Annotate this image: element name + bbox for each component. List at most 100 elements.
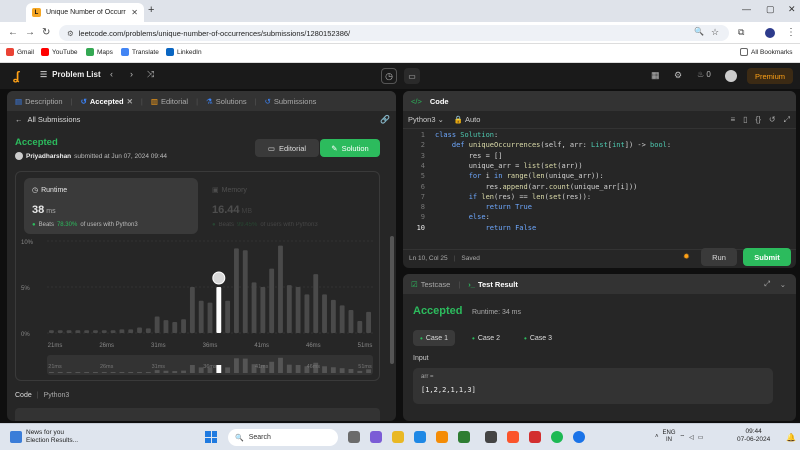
- collapse-icon[interactable]: ⌄: [780, 280, 786, 289]
- layout-icon[interactable]: ▦: [651, 70, 660, 81]
- browser-tab[interactable]: L Unique Number of Occurrence ✕: [26, 3, 144, 22]
- code-line[interactable]: 10 return False: [403, 224, 537, 234]
- language-select[interactable]: Python3 ⌄: [408, 115, 444, 124]
- code-line[interactable]: 9 else:: [403, 213, 490, 223]
- maximize-icon[interactable]: ▢: [766, 4, 775, 15]
- prev-problem-icon[interactable]: ‹: [110, 69, 113, 79]
- code-line[interactable]: 7 if len(res) == len(set(res)):: [403, 193, 591, 203]
- tab-submissions[interactable]: ↺ Submissions: [265, 97, 317, 106]
- wifi-icon[interactable]: ⌔: [680, 433, 686, 441]
- reload-icon[interactable]: ↻: [42, 27, 50, 38]
- code-line[interactable]: 1 class Solution:: [403, 131, 498, 141]
- bookmark-gmail[interactable]: Gmail: [6, 48, 34, 56]
- solution-button[interactable]: ✎ Solution: [320, 139, 380, 157]
- run-button[interactable]: Run: [701, 248, 737, 266]
- chevron-up-icon[interactable]: ˄: [655, 434, 659, 440]
- task-view-icon[interactable]: [348, 431, 360, 443]
- brave-icon[interactable]: [507, 431, 519, 443]
- file-explorer-icon[interactable]: [392, 431, 404, 443]
- all-bookmarks[interactable]: All Bookmarks: [740, 48, 793, 56]
- app-icon[interactable]: [529, 431, 541, 443]
- code-line[interactable]: 6 res. append(arr. count(unique_arr[i])): [403, 183, 638, 193]
- fullscreen-icon[interactable]: ⤢: [784, 115, 790, 125]
- bookmark-star-icon[interactable]: ☆: [711, 27, 719, 38]
- expand-icon[interactable]: ⤢: [764, 279, 770, 289]
- reset-icon[interactable]: ↺: [769, 115, 776, 125]
- editorial-button[interactable]: ▭ Editorial: [255, 139, 319, 157]
- auto-mode[interactable]: 🔒 Auto: [454, 115, 480, 124]
- app-icon[interactable]: [485, 431, 497, 443]
- zoom-icon[interactable]: 🔍: [694, 27, 704, 36]
- user-avatar[interactable]: [725, 70, 737, 82]
- back-icon[interactable]: ←: [8, 27, 18, 38]
- app-icon[interactable]: [458, 431, 470, 443]
- bookmark-linkedin[interactable]: LinkedIn: [166, 48, 202, 56]
- edge-icon[interactable]: [414, 431, 426, 443]
- bookmark-maps[interactable]: Maps: [86, 48, 113, 56]
- code-line[interactable]: 5 for i in range(len(unique_arr)):: [403, 172, 604, 182]
- close-window-icon[interactable]: ✕: [788, 4, 796, 15]
- teams-icon[interactable]: [370, 431, 382, 443]
- menu-icon[interactable]: ⋮: [786, 27, 796, 38]
- next-problem-icon[interactable]: ›: [130, 69, 133, 79]
- extensions-icon[interactable]: ⧉: [738, 27, 744, 38]
- volume-icon[interactable]: ◁: [689, 434, 694, 441]
- close-tab-icon[interactable]: ✕: [131, 8, 138, 17]
- windows-start-icon[interactable]: [205, 431, 217, 443]
- braces-icon[interactable]: {}: [756, 115, 761, 125]
- username[interactable]: Priyadharshan: [26, 153, 71, 160]
- code-line[interactable]: 8 return True: [403, 203, 532, 213]
- left-scrollbar[interactable]: [390, 236, 394, 364]
- overview-bar: [322, 366, 327, 373]
- runtime-card[interactable]: ◷ Runtime 38 ms ● Beats 78.30% of users with …: [24, 178, 198, 234]
- language-indicator[interactable]: ENG IN: [663, 430, 676, 444]
- url-field[interactable]: ⚙ leetcode.com/problems/unique-number-of…: [59, 25, 729, 41]
- share-link-icon[interactable]: 🔗: [380, 115, 390, 124]
- tab-solutions[interactable]: ⚗ Solutions: [206, 97, 247, 106]
- taskbar-search[interactable]: 🔍 Search: [228, 429, 338, 446]
- notification-icon[interactable]: 🔔: [786, 433, 796, 442]
- all-submissions-link[interactable]: ← All Submissions: [15, 115, 80, 124]
- news-widget[interactable]: News for you Election Results...: [10, 429, 78, 445]
- shuffle-icon[interactable]: ⤨: [147, 69, 154, 80]
- close-tab-icon[interactable]: ✕: [127, 97, 133, 106]
- bookmark-youtube[interactable]: YouTube: [41, 48, 78, 56]
- tab-description[interactable]: ▤ Description: [15, 97, 63, 106]
- bookmark-translate[interactable]: Translate: [121, 48, 159, 56]
- spotify-icon[interactable]: [551, 431, 563, 443]
- tab-testcase[interactable]: ☑ Testcase: [411, 280, 450, 289]
- submit-button[interactable]: Submit: [743, 248, 791, 266]
- store-icon[interactable]: [436, 431, 448, 443]
- battery-icon[interactable]: ▭: [698, 434, 704, 441]
- forward-icon[interactable]: →: [25, 27, 35, 38]
- code-line[interactable]: 3 res = []: [403, 152, 503, 162]
- user-avatar[interactable]: [15, 152, 23, 160]
- new-tab-icon[interactable]: +: [148, 4, 154, 16]
- timer-icon[interactable]: ◷: [381, 68, 397, 84]
- input-label: Input: [413, 355, 429, 362]
- streak-counter[interactable]: ♨ 0: [697, 70, 711, 79]
- chrome-icon[interactable]: [573, 431, 585, 443]
- tab-test-result[interactable]: ›_ Test Result: [468, 280, 518, 289]
- case-1-tab[interactable]: • Case 1: [413, 330, 455, 346]
- code-editor[interactable]: 1 class Solution:2 def uniqueOccurrences(…: [403, 131, 796, 239]
- code-line[interactable]: 4 unique_arr = list(set(arr)): [403, 162, 583, 172]
- minimize-icon[interactable]: —: [742, 4, 751, 14]
- notes-icon[interactable]: ▭: [404, 68, 420, 84]
- tab-accepted[interactable]: ↺ Accepted ✕: [81, 97, 133, 106]
- leetcode-logo-icon[interactable]: ʆ: [13, 69, 25, 83]
- site-info-icon[interactable]: ⚙: [67, 29, 74, 38]
- memory-card[interactable]: ▣ Memory 16.44 MB ● Beats 99.45% of users wit…: [204, 178, 374, 234]
- problem-list-link[interactable]: ☰ Problem List: [40, 70, 101, 79]
- settings-gear-icon[interactable]: ⚙: [674, 70, 682, 81]
- case-3-tab[interactable]: • Case 3: [517, 330, 559, 346]
- debug-icon[interactable]: ✹: [683, 252, 690, 261]
- case-2-tab[interactable]: • Case 2: [465, 330, 507, 346]
- premium-button[interactable]: Premium: [747, 68, 793, 84]
- format-icon[interactable]: ≡: [730, 115, 735, 125]
- taskbar-clock[interactable]: 09:44 07-06-2024: [737, 428, 770, 444]
- profile-avatar[interactable]: [765, 28, 775, 38]
- bookmark-icon[interactable]: ▯: [743, 115, 747, 125]
- code-line[interactable]: 2 def uniqueOccurrences(self, arr: List[…: [403, 141, 671, 151]
- tab-editorial[interactable]: ▥ Editorial: [151, 97, 188, 106]
